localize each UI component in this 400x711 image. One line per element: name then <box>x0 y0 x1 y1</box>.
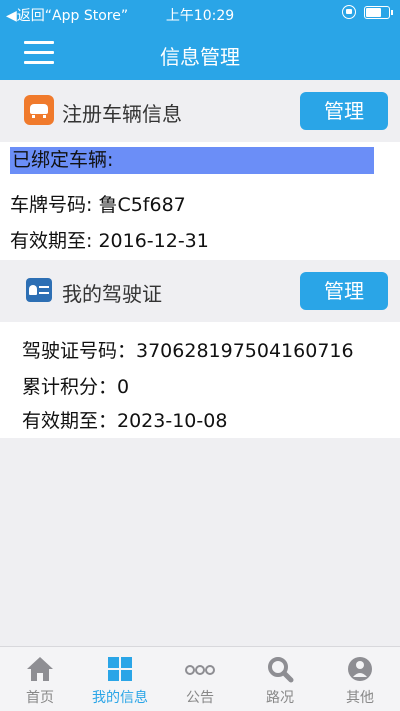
home-icon <box>27 657 53 681</box>
vehicle-expiry: 有效期至: 2016-12-31 <box>10 230 209 252</box>
tab-my-info-label: 我的信息 <box>92 690 148 706</box>
vehicle-section-header: 注册车辆信息 管理 <box>0 80 400 142</box>
more-icon <box>348 657 372 681</box>
status-right <box>342 5 393 19</box>
bound-vehicle-label: 已绑定车辆: <box>10 147 374 174</box>
tab-home[interactable]: 首页 <box>0 647 80 711</box>
driver-license-icon <box>26 278 52 302</box>
vehicle-manage-button[interactable]: 管理 <box>300 92 388 130</box>
page-title: 信息管理 <box>160 45 240 69</box>
tab-announcements-label: 公告 <box>186 690 214 706</box>
tab-other-label: 其他 <box>346 690 374 706</box>
tab-traffic[interactable]: 路况 <box>240 647 320 711</box>
tab-traffic-label: 路况 <box>266 690 294 706</box>
vehicle-section-title: 注册车辆信息 <box>62 102 182 126</box>
license-section-header: 我的驾驶证 管理 <box>0 260 400 322</box>
status-time: 上午10:29 <box>165 8 235 24</box>
dots-icon <box>185 665 215 675</box>
tab-bar: 首页 我的信息 公告 路况 其他 <box>0 646 400 711</box>
rotation-lock-icon <box>342 5 356 19</box>
license-card: 驾驶证号码：370628197504160716 累计积分：0 有效期至：202… <box>0 322 400 438</box>
tab-my-info[interactable]: 我的信息 <box>80 647 160 711</box>
tab-home-label: 首页 <box>26 690 54 706</box>
license-manage-button[interactable]: 管理 <box>300 272 388 310</box>
grid-icon <box>108 657 132 681</box>
tab-other[interactable]: 其他 <box>320 647 400 711</box>
license-points: 累计积分：0 <box>22 376 130 398</box>
nav-bar: 信息管理 <box>0 28 400 80</box>
license-number: 驾驶证号码：370628197504160716 <box>22 340 354 362</box>
tab-announcements[interactable]: 公告 <box>160 647 240 711</box>
search-icon <box>268 657 294 683</box>
license-expiry: 有效期至：2023-10-08 <box>22 410 228 432</box>
license-section-title: 我的驾驶证 <box>62 282 162 306</box>
status-bar: ◀返回“App Store” 上午10:29 <box>0 0 400 28</box>
vehicle-card: 已绑定车辆: 车牌号码: 鲁C5f687 有效期至: 2016-12-31 <box>0 142 400 260</box>
car-icon <box>24 95 54 125</box>
battery-icon <box>364 5 393 19</box>
vehicle-plate: 车牌号码: 鲁C5f687 <box>10 194 186 216</box>
